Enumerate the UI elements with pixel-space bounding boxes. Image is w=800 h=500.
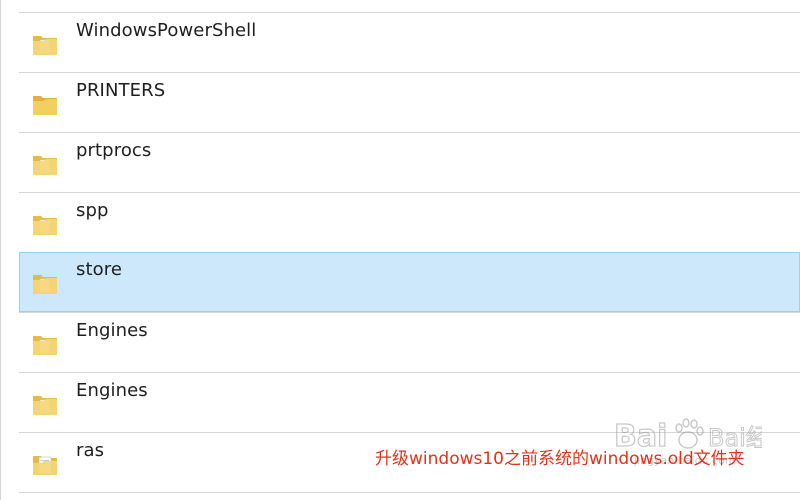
item-name: spp (76, 200, 109, 221)
list-item-store[interactable]: store (19, 252, 800, 312)
pane-divider (0, 0, 1, 500)
list-item-windowspowershell[interactable]: WindowsPowerShell (19, 12, 800, 72)
folder-with-file-icon (33, 156, 57, 175)
folder-with-file-icon (33, 275, 57, 294)
folder-with-file-icon (33, 396, 57, 415)
list-item-engines[interactable]: Engines (19, 312, 800, 372)
folder-with-file-icon (33, 336, 57, 355)
watermark-caption: 升级windows10之前系统的windows.old文件夹 (375, 449, 745, 469)
item-name: store (76, 259, 123, 280)
folder-with-document-icon (33, 456, 57, 475)
item-name: ras (76, 440, 105, 461)
folder-with-file-icon (33, 216, 57, 235)
item-name: Engines (76, 380, 148, 401)
folder-icon (33, 96, 57, 115)
item-name: prtprocs (76, 140, 152, 161)
list-item-prtprocs[interactable]: prtprocs (19, 132, 800, 192)
file-explorer-view: WindowsPowerShell PRINTERS prtprocs spp … (0, 0, 800, 500)
list-item-spp[interactable]: spp (19, 192, 800, 252)
item-name: WindowsPowerShell (76, 20, 257, 41)
folder-with-file-icon (33, 36, 57, 55)
item-name: Engines (76, 320, 148, 341)
item-name: PRINTERS (76, 80, 166, 101)
list-item-printers[interactable]: PRINTERS (19, 72, 800, 132)
